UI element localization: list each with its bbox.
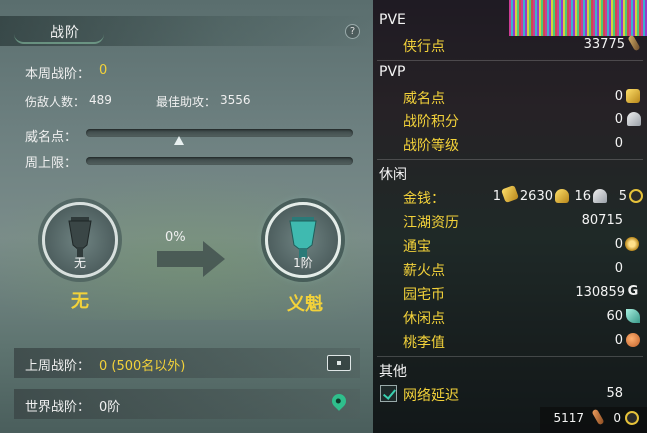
footer-left-value: 5117: [553, 411, 584, 425]
world-rank-label: 世界战阶：: [25, 400, 91, 415]
money-label: 金钱：: [403, 191, 445, 207]
progress-percent: 0%: [165, 230, 186, 245]
progress-arrow-head: [203, 241, 225, 277]
next-rank-name: 义魁: [287, 294, 323, 315]
kills-value: 489: [89, 93, 112, 107]
leisure-item-label: 薪火点: [403, 263, 445, 279]
assists-value: 3556: [220, 93, 251, 107]
latency-checkbox[interactable]: [380, 385, 397, 402]
leisure-item-value: 60: [606, 309, 623, 324]
peach-icon: [626, 333, 640, 347]
g-icon: G: [627, 284, 639, 299]
kills-label: 伤敌人数：: [25, 95, 86, 109]
coin-icon: [625, 237, 639, 251]
copper-coin-icon: [625, 411, 639, 425]
last-week-label: 上周战阶：: [25, 359, 91, 374]
leisure-item-label: 江湖资历: [403, 215, 459, 231]
currency-panel: PVE 侠行点 33775 PVP 威名点 0 战阶积分 0 战阶等级 0 休闲…: [373, 0, 647, 433]
help-icon[interactable]: ?: [345, 24, 360, 39]
pvp-header: PVP: [379, 64, 406, 80]
pvp-item-value: 0: [614, 112, 623, 127]
other-header: 其他: [379, 364, 407, 380]
pvp-item-label: 战阶积分: [403, 114, 459, 130]
silver-crest-icon: [627, 112, 641, 126]
last-week-value: 0 (500名以外): [99, 359, 186, 374]
current-rank-name: 无: [71, 291, 89, 312]
next-rank-badge[interactable]: 1阶: [265, 202, 341, 278]
gold-ingot-icon: [555, 189, 569, 203]
divider: [377, 60, 643, 61]
divider: [377, 159, 643, 160]
rank-panel: 战阶 ? 本周战阶： 0 伤敌人数： 489 最佳助攻： 3556 威名点： 周…: [0, 0, 373, 433]
leisure-item-label: 园宅币: [403, 287, 445, 303]
copper-coin-icon: [629, 189, 643, 203]
money-silver-value: 16: [574, 189, 591, 204]
latency-value: 58: [606, 386, 623, 401]
weekly-cap-bar: [86, 157, 353, 165]
prestige-label: 威名点：: [25, 130, 78, 145]
pvp-item-value: 0: [614, 136, 623, 151]
pve-item-value: 33775: [583, 37, 625, 52]
weekly-cap-label: 周上限：: [25, 156, 78, 171]
current-rank-caption: 无: [73, 256, 86, 270]
feather-icon: [626, 309, 640, 323]
prestige-marker-icon: [174, 136, 185, 145]
leisure-item-value: 130859: [575, 285, 625, 300]
money-ingot-value: 2630: [519, 189, 553, 204]
footer-right-value: 0: [613, 411, 621, 425]
latency-label: 网络延迟: [403, 388, 459, 404]
leisure-item-label: 桃李值: [403, 335, 445, 351]
leisure-item-label: 通宝: [403, 239, 431, 255]
reward-chest-icon[interactable]: [327, 355, 351, 371]
progress-arrow: [157, 251, 203, 267]
next-rank-caption: 1阶: [293, 256, 313, 270]
leisure-item-value: 0: [614, 333, 623, 348]
pvp-item-label: 威名点: [403, 91, 445, 107]
money-gold-value: 1: [492, 189, 501, 204]
leisure-item-value: 0: [614, 237, 623, 252]
pve-header: PVE: [379, 12, 406, 28]
weekly-rank-value: 0: [99, 63, 108, 78]
pvp-item-label: 战阶等级: [403, 138, 459, 154]
weekly-rank-label: 本周战阶：: [25, 67, 91, 82]
assists-label: 最佳助攻：: [156, 95, 217, 109]
background-effect: [509, 0, 647, 36]
silver-ingot-icon: [593, 189, 607, 203]
scroll-icon: [627, 34, 641, 52]
gold-ingot-icon: [626, 89, 640, 103]
money-copper-value: 5: [618, 189, 627, 204]
world-rank-value: 0阶: [99, 400, 121, 415]
leisure-header: 休闲: [379, 167, 407, 183]
pvp-item-value: 0: [614, 89, 623, 104]
current-rank-badge[interactable]: 无: [42, 202, 118, 278]
leisure-item-value: 0: [614, 261, 623, 276]
prestige-bar: [86, 129, 353, 137]
leisure-item-value: 80715: [581, 213, 623, 228]
panel-title: 战阶: [50, 25, 80, 41]
divider: [377, 356, 643, 357]
pve-item-label: 侠行点: [403, 39, 445, 55]
leisure-item-label: 休闲点: [403, 311, 445, 327]
